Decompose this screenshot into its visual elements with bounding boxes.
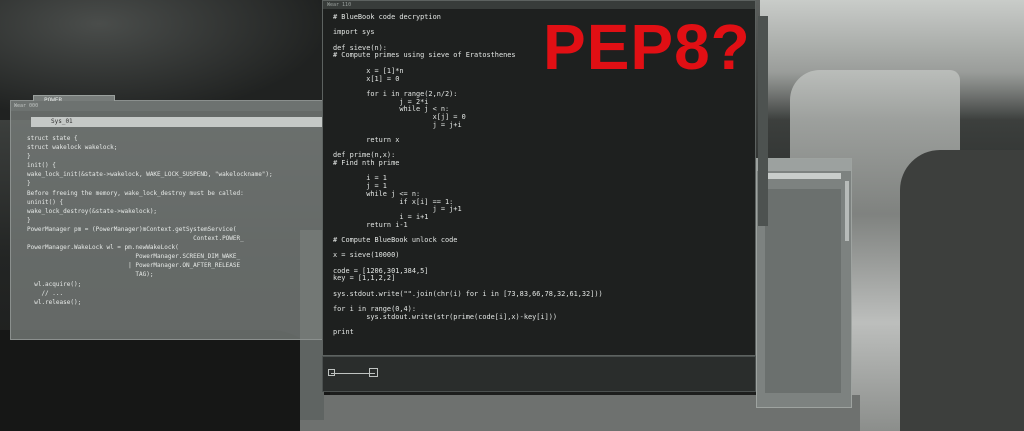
code-line: code = [1206,301,384,5] — [333, 266, 429, 275]
code-editor-window[interactable]: Wear 110 # BlueBook code decryption impor… — [322, 0, 756, 356]
code-line: j = j+i — [333, 120, 462, 129]
code-line: x = sieve(10000) — [333, 251, 400, 260]
code-line: PowerManager.WakeLock wl = pm.newWakeLoc… — [27, 244, 179, 252]
code-line: return x — [333, 136, 400, 144]
editor-titlebar[interactable]: Wear 110 — [323, 1, 755, 9]
code-line: PowerManager.SCREEN_DIM_WAKE_ — [27, 253, 241, 261]
code-line: struct wakelock wakelock; — [27, 144, 118, 152]
background-rock-right — [900, 150, 1024, 431]
code-line: } — [27, 180, 31, 188]
code-line: struct state { — [27, 135, 78, 142]
code-line: print — [333, 328, 354, 337]
sys-label-bar[interactable]: Sys_01 — [31, 117, 329, 127]
power-code-block: struct state { struct wakelock wakelock;}… — [27, 134, 323, 307]
secondary-header-field[interactable] — [761, 173, 841, 179]
code-line: sys.stdout.write(str(prime(code[i],x)-ke… — [333, 312, 558, 321]
background-rock-left — [0, 330, 330, 431]
power-title: Wear 000 — [14, 103, 39, 109]
code-line: wake_lock_init(&state->wakelock, WAKE_LO… — [27, 171, 273, 179]
code-line: uninit() { — [27, 198, 64, 206]
power-window[interactable]: POWER Wear 000 Sys_01 struct state {stru… — [10, 95, 329, 340]
pep8-overlay-text: PEP8? — [543, 11, 751, 83]
code-line: sys.stdout.write("".join(chr(i) for i in… — [333, 289, 603, 298]
main-window-edge — [758, 16, 768, 226]
secondary-window[interactable] — [756, 158, 852, 408]
code-line: wl.release(); — [27, 298, 82, 306]
code-line: i = 1 — [333, 174, 387, 183]
code-line: Context.POWER_ — [27, 235, 244, 243]
editor-bottom-bar — [322, 356, 756, 392]
editor-title: Wear 110 — [327, 2, 352, 8]
code-line: Before freeing the memory, wake_lock_des… — [27, 189, 244, 197]
code-line: | PowerManager.ON_AFTER_RELEASE — [27, 262, 241, 270]
code-line: PowerManager pm = (PowerManager)mContext… — [27, 225, 237, 233]
code-line: } — [27, 153, 31, 161]
secondary-scrollbar[interactable] — [845, 181, 849, 241]
secondary-titlebar[interactable] — [757, 159, 851, 171]
slider-start-handle[interactable] — [328, 369, 335, 376]
code-line: } — [27, 216, 31, 224]
code-line: # Find nth prime — [333, 159, 400, 168]
code-line: key = [1,1,2,2] — [333, 274, 396, 283]
code-line: init() { — [27, 162, 56, 170]
code-line: return i-1 — [333, 220, 408, 229]
slider-end-handle[interactable] — [369, 368, 378, 377]
code-line: wl.acquire(); — [27, 280, 82, 288]
code-line: TAG); — [27, 271, 154, 279]
secondary-content-area — [765, 189, 841, 393]
code-line: // ... — [27, 289, 64, 297]
code-line: wake_lock_destroy(&state->wakelock); — [27, 207, 158, 215]
code-line: # Compute BlueBook unlock code — [333, 235, 458, 244]
power-titlebar[interactable]: Wear 000 — [11, 101, 327, 111]
